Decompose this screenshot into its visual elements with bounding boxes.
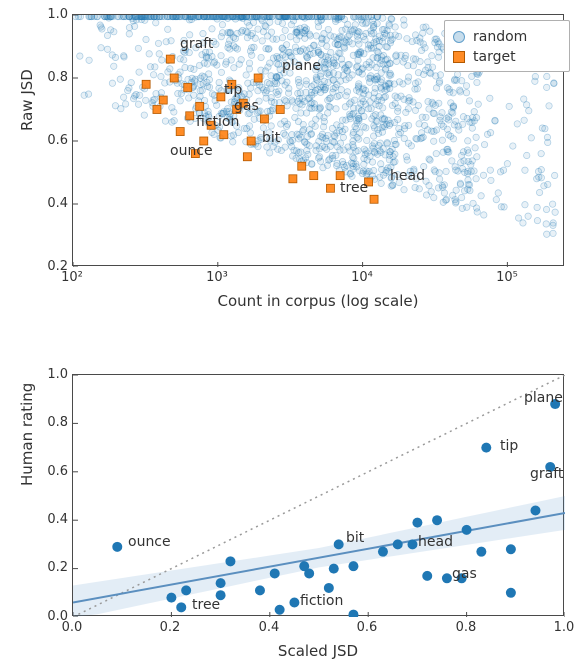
legend-row-target: target: [453, 47, 561, 67]
xlabel-bottom: Scaled JSD: [278, 642, 358, 660]
ytick-top-4: 1.0: [44, 7, 68, 22]
xtick-bot-5: 1.0: [554, 620, 575, 635]
legend-label-target: target: [473, 49, 516, 65]
legend-marker-random: [453, 31, 465, 43]
chart-bottom-svg: [73, 375, 565, 617]
xtick-top-0: 10²: [61, 270, 83, 285]
ytick-bot-4: 0.8: [44, 415, 68, 430]
xtick-bot-4: 0.8: [456, 620, 477, 635]
ytick-bot-5: 1.0: [44, 367, 68, 382]
ytick-bot-1: 0.2: [44, 560, 68, 575]
xtick-bot-2: 0.4: [259, 620, 280, 635]
figure: Raw JSD Count in corpus (log scale) 0.2 …: [0, 0, 584, 668]
ylabel-bottom: Human rating: [18, 383, 36, 486]
xtick-bot-0: 0.0: [62, 620, 83, 635]
xtick-top-3: 10⁵: [496, 270, 518, 285]
chart-bottom: [72, 374, 564, 616]
xtick-top-1: 10³: [206, 270, 228, 285]
legend-label-random: random: [473, 29, 527, 45]
legend-marker-target: [453, 51, 465, 63]
ytick-top-1: 0.4: [44, 196, 68, 211]
xtick-bot-3: 0.6: [357, 620, 378, 635]
legend-top: random target: [444, 20, 570, 72]
ylabel-top: Raw JSD: [18, 69, 36, 131]
ytick-top-3: 0.8: [44, 70, 68, 85]
ytick-top-2: 0.6: [44, 133, 68, 148]
legend-row-random: random: [453, 27, 561, 47]
ytick-bot-2: 0.4: [44, 512, 68, 527]
xtick-top-2: 10⁴: [351, 270, 373, 285]
xlabel-top: Count in corpus (log scale): [218, 292, 419, 310]
xtick-bot-1: 0.2: [160, 620, 181, 635]
ytick-bot-3: 0.6: [44, 464, 68, 479]
